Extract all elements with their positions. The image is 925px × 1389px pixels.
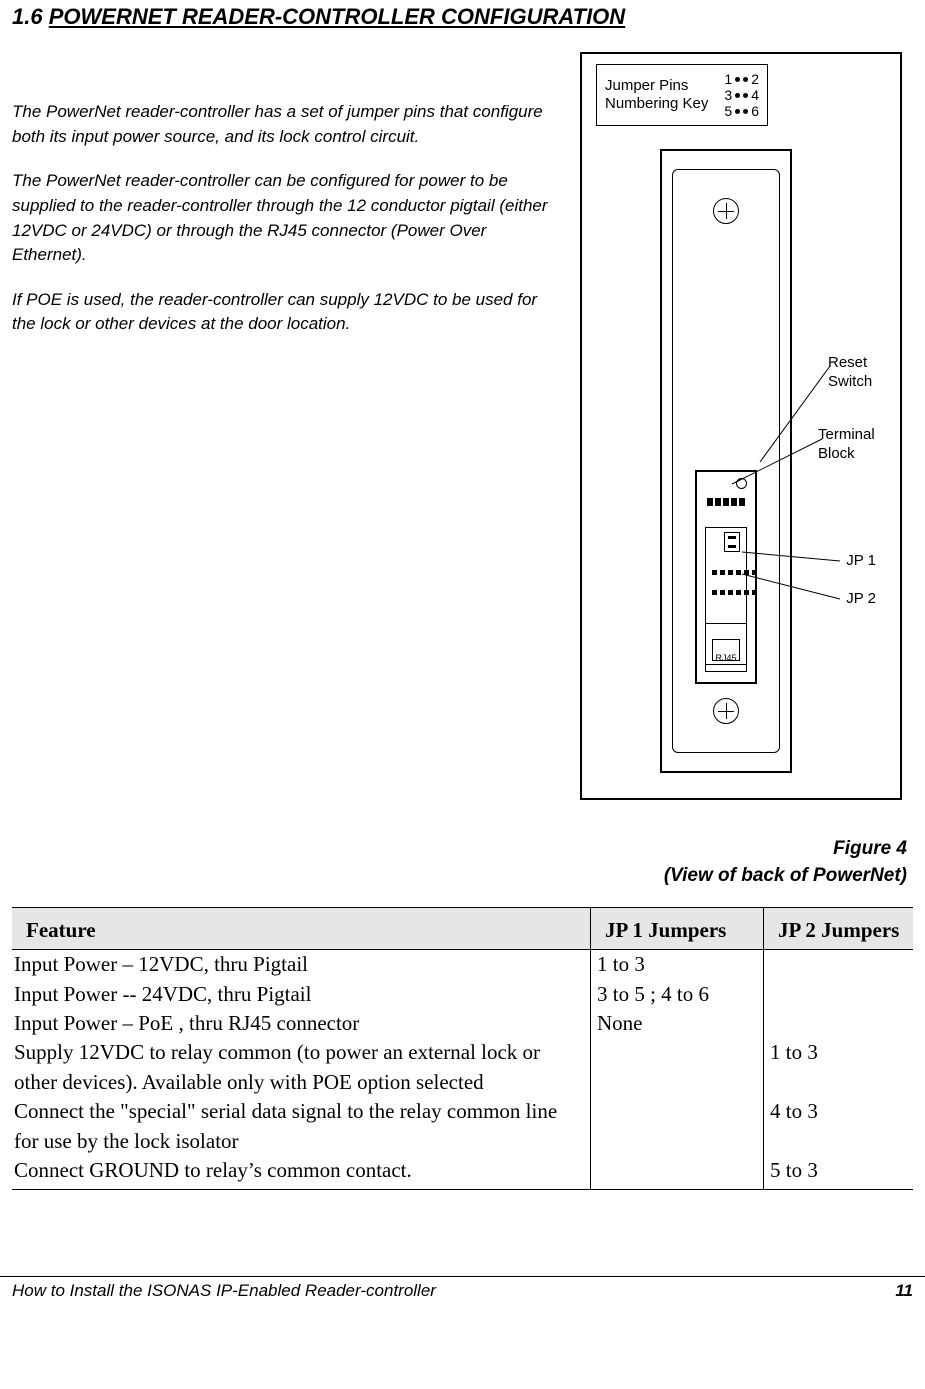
pin-num-1: 1 xyxy=(724,71,732,87)
table-row: Input Power -- 24VDC, thru Pigtail 3 to … xyxy=(12,980,913,1009)
figure-caption-line2: (View of back of PowerNet) xyxy=(12,863,907,890)
pin-dot-icon xyxy=(743,109,748,114)
pin-dot-icon xyxy=(735,93,740,98)
jp2-pins-icon xyxy=(712,590,757,595)
table-header-jp2: JP 2 Jumpers xyxy=(764,908,914,950)
terminal-block-label: Terminal Block xyxy=(818,426,888,464)
cell-jp2: 1 to 3 xyxy=(764,1038,914,1097)
cell-jp2 xyxy=(764,1009,914,1038)
jumper-key-title-1: Jumper Pins xyxy=(605,77,708,95)
reset-switch-icon xyxy=(736,478,747,489)
page-footer: How to Install the ISONAS IP-Enabled Rea… xyxy=(0,1276,925,1301)
cell-jp1 xyxy=(591,1038,764,1097)
cell-jp2 xyxy=(764,950,914,980)
table-header-feature: Feature xyxy=(12,908,591,950)
cell-feature: Input Power -- 24VDC, thru Pigtail xyxy=(12,980,591,1009)
device-inner-outline: RJ45 xyxy=(672,169,780,753)
reset-switch-label: Reset Switch xyxy=(828,354,888,392)
component-cutout: RJ45 xyxy=(695,470,757,684)
jp1-label: JP 1 xyxy=(846,552,876,569)
pin-num-3: 3 xyxy=(724,87,732,103)
intro-paragraph-3: If POE is used, the reader-controller ca… xyxy=(12,288,562,337)
cell-jp2: 4 to 3 xyxy=(764,1097,914,1156)
footer-page-number: 11 xyxy=(895,1281,913,1301)
rj45-label: RJ45 xyxy=(715,653,736,663)
dip-switch-icon xyxy=(724,532,740,552)
section-number: 1.6 xyxy=(12,4,43,29)
figure-caption: Figure 4 (View of back of PowerNet) xyxy=(12,836,907,889)
cell-jp1 xyxy=(591,1156,764,1190)
section-heading: 1.6 POWERNET READER-CONTROLLER CONFIGURA… xyxy=(12,4,913,30)
cell-feature: Input Power – PoE , thru RJ45 connector xyxy=(12,1009,591,1038)
screw-icon xyxy=(713,698,739,724)
cell-feature: Connect the "special" serial data signal… xyxy=(12,1097,591,1156)
jumper-key-title-2: Numbering Key xyxy=(605,95,708,113)
pin-dot-icon xyxy=(743,77,748,82)
pin-num-2: 2 xyxy=(751,71,759,87)
table-row: Input Power – 12VDC, thru Pigtail 1 to 3 xyxy=(12,950,913,980)
pin-dot-icon xyxy=(735,109,740,114)
cell-jp1: 3 to 5 ; 4 to 6 xyxy=(591,980,764,1009)
cell-feature: Connect GROUND to relay’s common contact… xyxy=(12,1156,591,1190)
footer-doc-title: How to Install the ISONAS IP-Enabled Rea… xyxy=(12,1281,436,1301)
figure-caption-line1: Figure 4 xyxy=(12,836,907,863)
rj45-port-icon: RJ45 xyxy=(705,623,747,665)
terminal-block-icon xyxy=(707,498,745,506)
cell-jp2 xyxy=(764,980,914,1009)
cell-jp1: 1 to 3 xyxy=(591,950,764,980)
cell-jp2: 5 to 3 xyxy=(764,1156,914,1190)
intro-paragraph-2: The PowerNet reader-controller can be co… xyxy=(12,169,562,268)
table-header-jp1: JP 1 Jumpers xyxy=(591,908,764,950)
cell-jp1: None xyxy=(591,1009,764,1038)
jp1-pins-icon xyxy=(712,570,757,575)
section-title-text: POWERNET READER-CONTROLLER CONFIGURATION xyxy=(49,4,625,29)
intro-paragraph-1: The PowerNet reader-controller has a set… xyxy=(12,100,562,149)
inner-board: RJ45 xyxy=(705,527,747,672)
pin-num-4: 4 xyxy=(751,87,759,103)
cell-jp1 xyxy=(591,1097,764,1156)
pin-num-6: 6 xyxy=(751,103,759,119)
jumper-key-box: Jumper Pins Numbering Key 1 2 3 4 5 6 xyxy=(596,64,768,126)
table-row: Supply 12VDC to relay common (to power a… xyxy=(12,1038,913,1097)
device-diagram: Jumper Pins Numbering Key 1 2 3 4 5 6 xyxy=(580,52,902,800)
jumper-configuration-table: Feature JP 1 Jumpers JP 2 Jumpers Input … xyxy=(12,907,913,1190)
cell-feature: Input Power – 12VDC, thru Pigtail xyxy=(12,950,591,980)
screw-icon xyxy=(713,198,739,224)
pin-dot-icon xyxy=(735,77,740,82)
pin-num-5: 5 xyxy=(724,103,732,119)
table-row: Connect GROUND to relay’s common contact… xyxy=(12,1156,913,1190)
pin-dot-icon xyxy=(743,93,748,98)
device-outline: RJ45 xyxy=(660,149,792,773)
intro-text-block: The PowerNet reader-controller has a set… xyxy=(12,52,562,357)
cell-feature: Supply 12VDC to relay common (to power a… xyxy=(12,1038,591,1097)
jp2-label: JP 2 xyxy=(846,590,876,607)
table-row: Connect the "special" serial data signal… xyxy=(12,1097,913,1156)
table-row: Input Power – PoE , thru RJ45 connector … xyxy=(12,1009,913,1038)
